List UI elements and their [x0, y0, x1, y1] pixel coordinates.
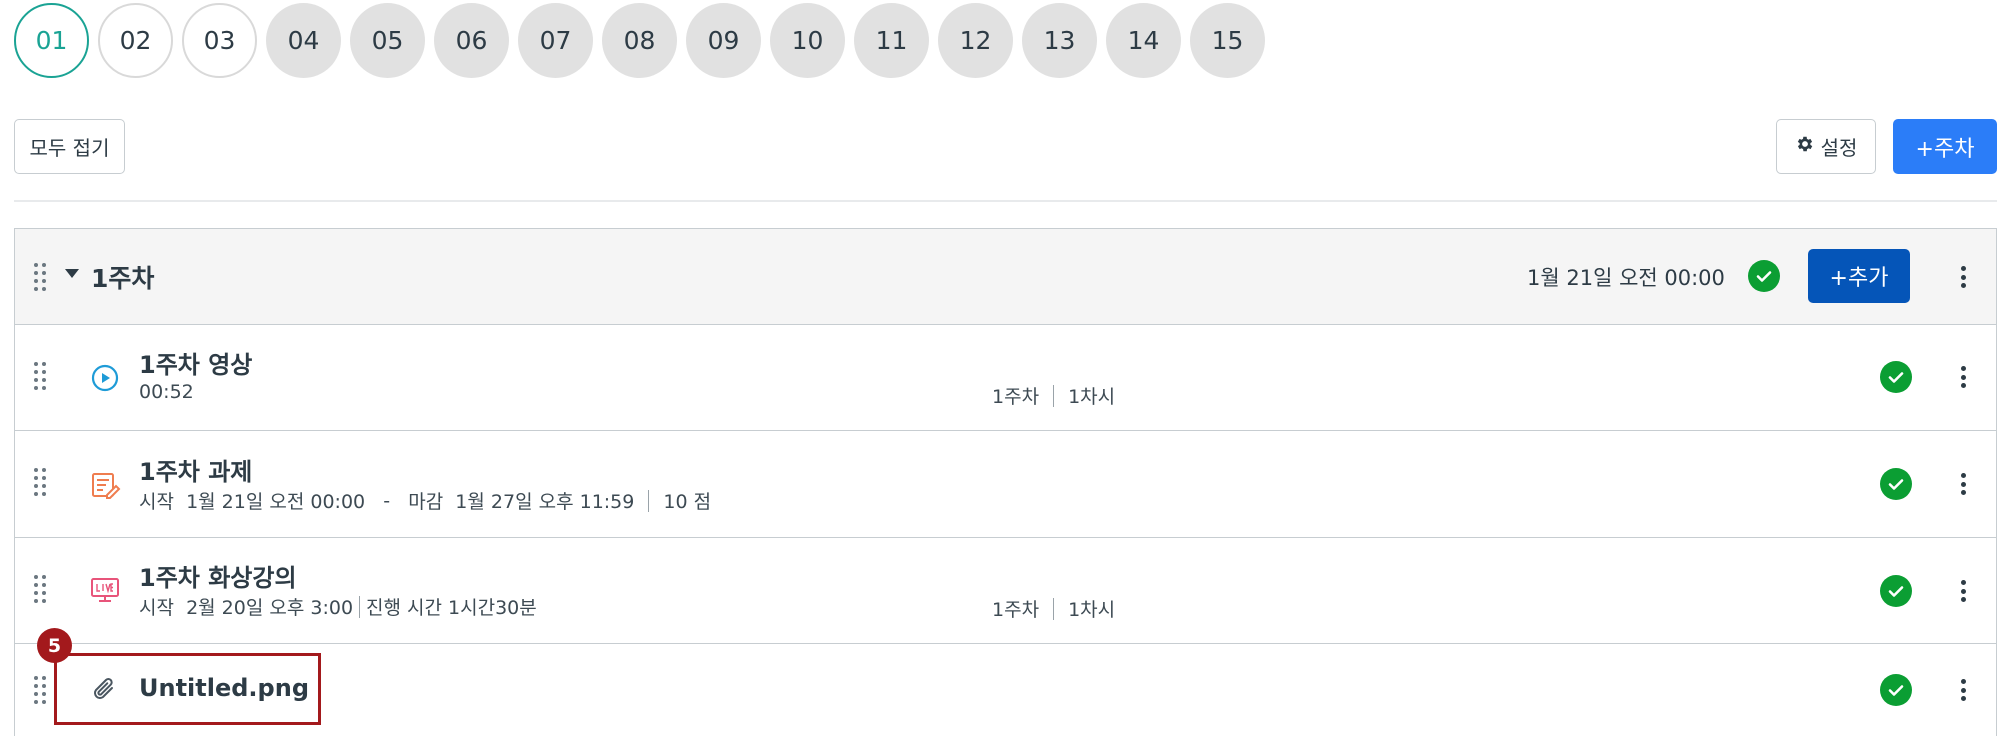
week-tab-05[interactable]: 05 [350, 3, 425, 78]
week-tab-06[interactable]: 06 [434, 3, 509, 78]
kebab-menu-icon[interactable] [1955, 675, 1971, 705]
list-item-video[interactable]: 1주차 영상 00:52 1주차 1차시 [15, 325, 1996, 431]
week-label: 1주차 [992, 599, 1040, 621]
drag-handle-icon[interactable] [33, 262, 47, 292]
annotation-badge: 5 [37, 628, 72, 663]
drag-handle-icon[interactable] [33, 467, 47, 497]
published-check-icon[interactable] [1880, 468, 1912, 500]
published-check-icon[interactable] [1748, 260, 1780, 292]
item-title[interactable]: 1주차 화상강의 [139, 558, 297, 593]
drag-handle-icon[interactable] [33, 574, 47, 604]
list-item-live-lecture[interactable]: 1주차 화상강의 시작 2월 20일 오후 3:00 진행 시간 1시간30분 1… [15, 538, 1996, 644]
assignment-schedule: 시작 1월 21일 오전 00:00 - 마감 1월 27일 오후 11:59 1… [139, 487, 711, 514]
week-tab-04[interactable]: 04 [266, 3, 341, 78]
start-date: 2월 20일 오후 3:00 [186, 597, 354, 619]
add-item-button[interactable]: +추가 [1808, 249, 1910, 303]
week-label: 1주차 [992, 386, 1040, 408]
kebab-menu-icon[interactable] [1955, 262, 1971, 292]
drag-handle-icon[interactable] [33, 361, 47, 391]
published-check-icon[interactable] [1880, 674, 1912, 706]
week-tab-09[interactable]: 09 [686, 3, 761, 78]
item-title[interactable]: 1주차 과제 [139, 452, 252, 487]
annotation-highlight-box [54, 653, 321, 725]
start-date: 1월 21일 오전 00:00 [186, 491, 366, 513]
due-label: 마감 [408, 491, 444, 513]
published-check-icon[interactable] [1880, 361, 1912, 393]
item-duration: 00:52 [139, 381, 194, 403]
week-tab-01[interactable]: 01 [14, 3, 89, 78]
kebab-menu-icon[interactable] [1955, 469, 1971, 499]
week-tab-03[interactable]: 03 [182, 3, 257, 78]
module-title: 1주차 [91, 264, 155, 293]
published-check-icon[interactable] [1880, 575, 1912, 607]
week-tab-11[interactable]: 11 [854, 3, 929, 78]
week-tab-07[interactable]: 07 [518, 3, 593, 78]
assignment-edit-icon [88, 468, 122, 502]
session-label: 1차시 [1068, 599, 1116, 621]
settings-button[interactable]: 설정 [1776, 119, 1876, 174]
live-monitor-icon [88, 573, 122, 607]
live-duration: 진행 시간 1시간30분 [366, 597, 537, 619]
add-week-button[interactable]: +주차 [1893, 119, 1997, 174]
due-date: 1월 27일 오후 11:59 [455, 491, 635, 513]
item-week-session: 1주차 1차시 [992, 382, 1115, 409]
session-label: 1차시 [1068, 386, 1116, 408]
live-schedule: 시작 2월 20일 오후 3:00 진행 시간 1시간30분 [139, 593, 537, 620]
divider [14, 200, 1997, 202]
gear-icon [1795, 134, 1815, 159]
play-circle-icon [88, 361, 122, 395]
week-tab-15[interactable]: 15 [1190, 3, 1265, 78]
week-tab-02[interactable]: 02 [98, 3, 173, 78]
range-dash: - [383, 489, 391, 512]
collapse-caret-icon[interactable] [65, 269, 79, 278]
item-week-session: 1주차 1차시 [992, 595, 1115, 622]
collapse-all-button[interactable]: 모두 접기 [14, 119, 125, 174]
list-item-assignment[interactable]: 1주차 과제 시작 1월 21일 오전 00:00 - 마감 1월 27일 오후… [15, 431, 1996, 538]
module-date: 1월 21일 오전 00:00 [1527, 266, 1725, 290]
week-tab-13[interactable]: 13 [1022, 3, 1097, 78]
module-header[interactable]: 1주차 1월 21일 오전 00:00 +추가 [15, 229, 1996, 325]
kebab-menu-icon[interactable] [1955, 362, 1971, 392]
points: 10 점 [663, 491, 712, 513]
settings-label: 설정 [1820, 136, 1858, 160]
week-selector: 01 02 03 04 05 06 07 08 09 10 11 12 13 14 15 [14, 3, 1265, 78]
kebab-menu-icon[interactable] [1955, 576, 1971, 606]
drag-handle-icon[interactable] [33, 675, 47, 705]
item-title[interactable]: 1주차 영상 [139, 345, 252, 380]
start-label: 시작 [139, 597, 174, 619]
week-tab-12[interactable]: 12 [938, 3, 1013, 78]
week-tab-08[interactable]: 08 [602, 3, 677, 78]
week-tab-14[interactable]: 14 [1106, 3, 1181, 78]
start-label: 시작 [139, 491, 174, 513]
week-tab-10[interactable]: 10 [770, 3, 845, 78]
